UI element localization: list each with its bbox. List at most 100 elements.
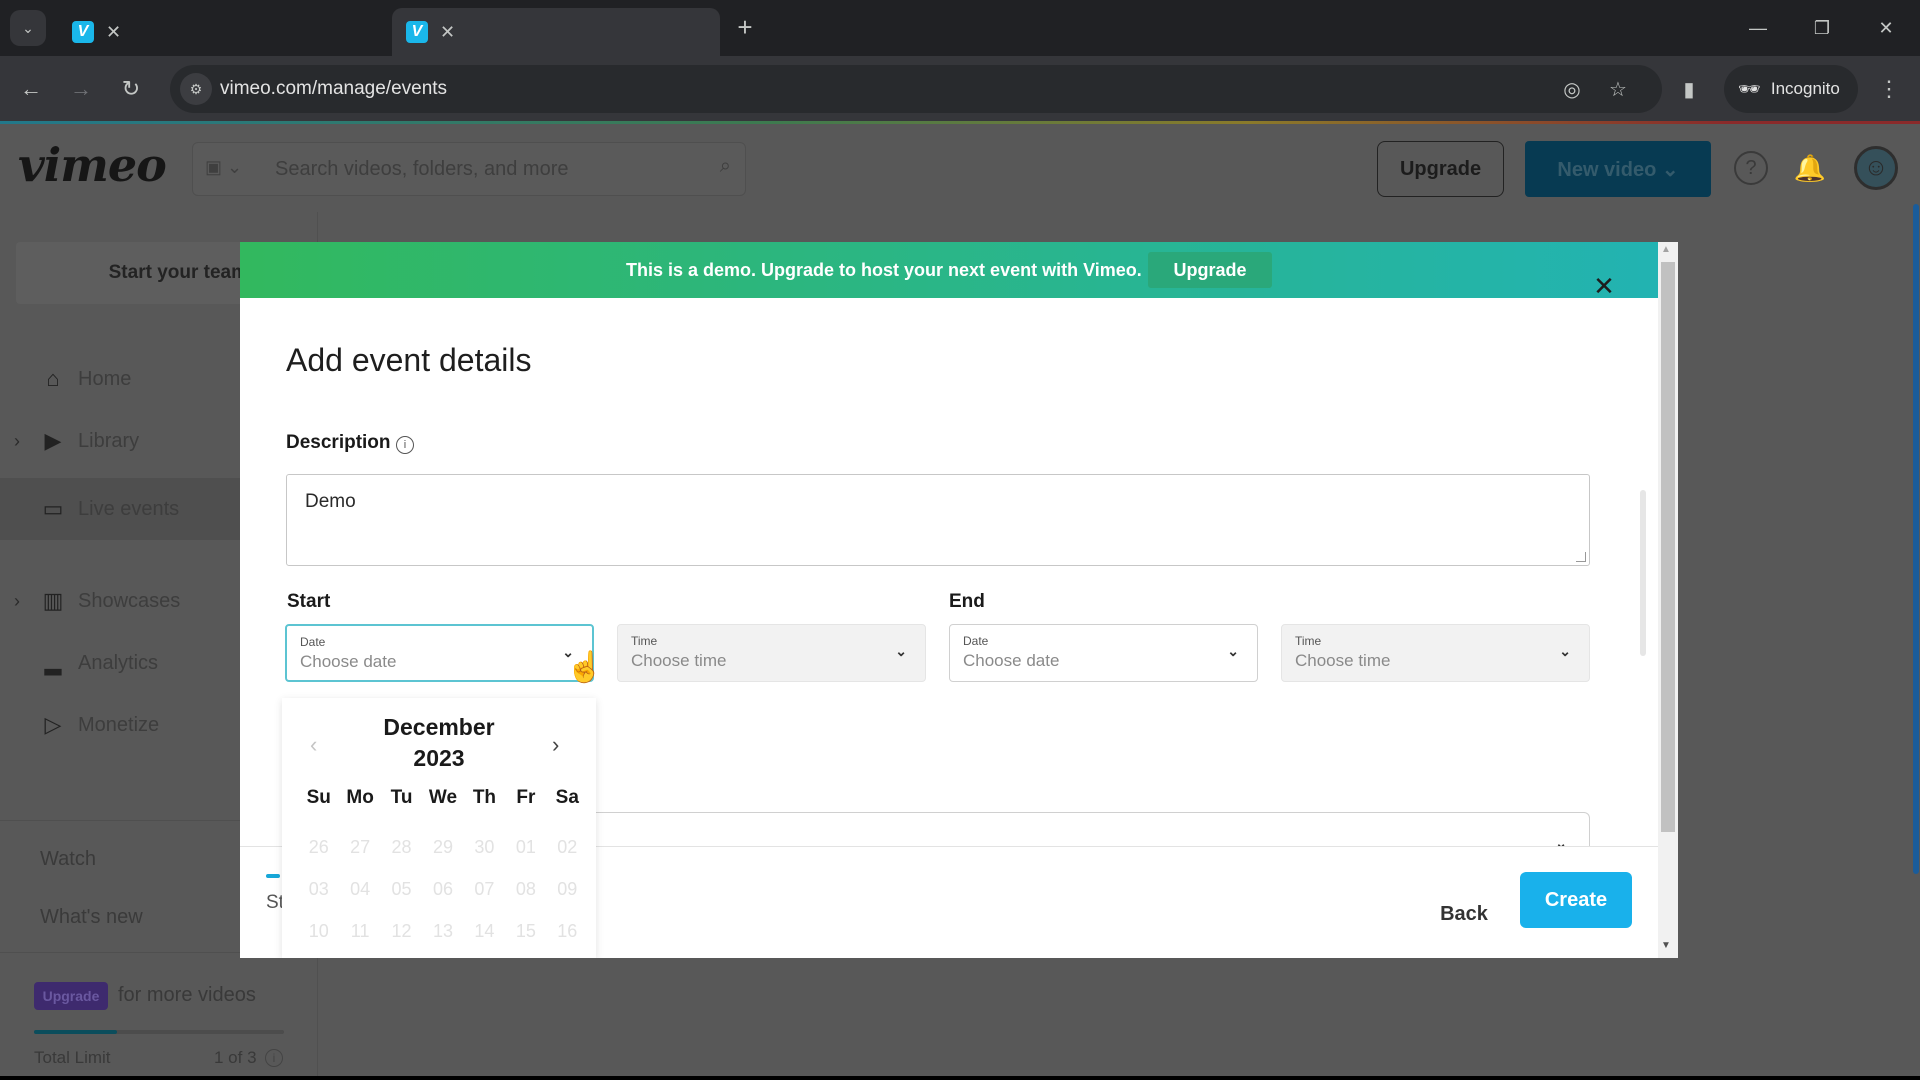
calendar-day[interactable]: 15 [505, 910, 546, 952]
next-month-button[interactable]: › [552, 732, 559, 758]
field-label: Date [963, 634, 989, 648]
calendar-day[interactable]: 26 [298, 826, 339, 868]
side-panel-button[interactable]: ▮ [1674, 72, 1704, 106]
calendar-day[interactable]: 07 [464, 868, 505, 910]
star-icon: ☆ [1609, 78, 1627, 101]
reload-icon: ↻ [121, 76, 141, 101]
calendar-weekday: Su [306, 787, 331, 808]
calendar-day[interactable]: 13 [422, 910, 463, 952]
avatar-face-icon: ☺ [1863, 154, 1889, 181]
step-progress-indicator [266, 874, 280, 878]
eye-off-icon: ◎ [1563, 78, 1581, 101]
sidebar-link-watch[interactable]: Watch [40, 848, 96, 871]
search-input[interactable]: Search videos, folders, and more [275, 158, 569, 181]
vimeo-favicon-icon: V [406, 21, 428, 43]
calendar-day[interactable]: 10 [298, 910, 339, 952]
calendar-weekday: Th [472, 787, 497, 808]
address-bar[interactable]: ⚙ vimeo.com/manage/events ◎ ☆ [170, 65, 1662, 113]
info-icon[interactable]: i [265, 1049, 283, 1067]
help-icon[interactable]: ? [1734, 151, 1768, 185]
upgrade-badge[interactable]: Upgrade [34, 982, 108, 1010]
total-limit-label: Total Limit [34, 1048, 111, 1067]
calendar-day[interactable]: 06 [422, 868, 463, 910]
calendar-day[interactable]: 02 [547, 826, 588, 868]
restore-button[interactable]: ❐ [1802, 10, 1842, 46]
notifications-bell-icon[interactable]: 🔔 [1790, 148, 1830, 188]
avatar[interactable]: ☺ [1854, 146, 1898, 190]
calendar-day[interactable]: 08 [505, 868, 546, 910]
calendar-day[interactable]: 09 [547, 868, 588, 910]
search-icon[interactable]: ⌕ [720, 155, 731, 178]
modal-scrollbar-thumb[interactable] [1661, 262, 1675, 832]
calendar-day[interactable]: 05 [381, 868, 422, 910]
create-button[interactable]: Create [1520, 872, 1632, 928]
calendar-weekday: Sa [555, 787, 579, 808]
calendar-day[interactable]: 03 [298, 868, 339, 910]
description-textarea[interactable]: Demo [286, 474, 1590, 566]
bookmark-button[interactable]: ☆ [1604, 75, 1632, 103]
new-tab-button[interactable]: + [730, 12, 760, 42]
sidebar-link-whats-new[interactable]: What's new [40, 906, 143, 929]
search-bar[interactable]: ▣ ⌄ Search videos, folders, and more ⌕ [192, 142, 746, 196]
banner-upgrade-button[interactable]: Upgrade [1148, 252, 1272, 288]
url-text[interactable]: vimeo.com/manage/events [220, 78, 447, 100]
calendar-day[interactable]: 27 [339, 826, 380, 868]
field-value: Choose time [1295, 651, 1391, 670]
back-button[interactable]: Back [1404, 890, 1524, 938]
tab-search-button[interactable]: ⌄ [10, 10, 46, 46]
calendar-day[interactable]: 30 [464, 826, 505, 868]
page-scrollbar[interactable] [1913, 204, 1919, 874]
scroll-up-arrow-icon[interactable]: ▲ [1661, 244, 1671, 255]
browser-tab-active[interactable]: V Videos on Vimeo ✕ [392, 8, 720, 144]
field-label: Time [1295, 634, 1322, 648]
resize-handle[interactable] [1576, 552, 1586, 562]
calendar-day[interactable]: 29 [422, 826, 463, 868]
calendar-day[interactable]: 14 [464, 910, 505, 952]
window-close-button[interactable]: ✕ [1866, 10, 1906, 46]
search-type-dropdown[interactable]: ▣ ⌄ [205, 157, 242, 178]
info-icon[interactable]: i [396, 436, 414, 454]
home-icon: ⌂ [46, 366, 60, 391]
calendar-weekday: Tu [390, 787, 413, 808]
end-time-select[interactable]: Time Choose time ⌄ [1281, 624, 1590, 682]
reload-button[interactable]: ↻ [114, 72, 148, 106]
chevron-down-icon: ⌄ [1227, 643, 1239, 659]
calendar-day[interactable]: 16 [547, 910, 588, 952]
sidebar-item-label: Analytics [78, 651, 159, 674]
browser-tab-bar: ⌄ V Videos on Vimeo ✕ V Videos on Vimeo … [0, 0, 1920, 144]
browser-tab[interactable]: V Videos on Vimeo ✕ [58, 8, 386, 144]
sidebar-item-label: Library [78, 429, 140, 452]
new-video-button[interactable]: New video ⌄ [1525, 141, 1711, 197]
end-date-select[interactable]: Date Choose date ⌄ [949, 624, 1258, 682]
incognito-label: Incognito [1770, 79, 1840, 98]
close-icon[interactable]: ✕ [1590, 271, 1618, 301]
vimeo-logo[interactable]: vimeo [18, 138, 167, 192]
chevron-down-icon: ⌄ [1559, 643, 1571, 659]
tab-close-icon[interactable]: ✕ [106, 22, 121, 43]
scroll-down-arrow-icon[interactable]: ▼ [1661, 940, 1671, 951]
calendar-day[interactable]: 28 [381, 826, 422, 868]
forward-button[interactable]: → [64, 72, 98, 106]
total-limit-count: 1 of 3 [214, 1048, 257, 1067]
back-button[interactable]: ← [14, 72, 48, 106]
analytics-icon: ▂ [44, 650, 62, 675]
browser-toolbar: ← → ↻ ⚙ vimeo.com/manage/events ◎ ☆ ▮ 🕶 … [0, 56, 1920, 122]
start-time-select[interactable]: Time Choose time ⌄ [617, 624, 926, 682]
browser-menu-button[interactable]: ⋮ [1872, 72, 1906, 106]
form-scrollbar[interactable] [1640, 490, 1646, 656]
tracking-protection-button[interactable]: ◎ [1558, 75, 1586, 103]
site-info-button[interactable]: ⚙ [180, 73, 212, 105]
tab-close-icon[interactable]: ✕ [440, 22, 455, 43]
calendar-day[interactable]: 04 [339, 868, 380, 910]
calendar-day[interactable]: 01 [505, 826, 546, 868]
chevron-right-icon[interactable]: › [14, 431, 20, 452]
calendar-day[interactable]: 12 [381, 910, 422, 952]
chevron-right-icon[interactable]: › [14, 591, 20, 612]
end-label: End [949, 591, 985, 612]
incognito-indicator[interactable]: 🕶 Incognito [1724, 65, 1858, 113]
calendar-day[interactable]: 11 [339, 910, 380, 952]
upgrade-button[interactable]: Upgrade [1377, 141, 1504, 197]
start-date-select[interactable]: Date Choose date ⌄ [285, 624, 594, 682]
site-header: vimeo ▣ ⌄ Search videos, folders, and mo… [0, 124, 1920, 212]
minimize-button[interactable]: — [1738, 10, 1778, 46]
